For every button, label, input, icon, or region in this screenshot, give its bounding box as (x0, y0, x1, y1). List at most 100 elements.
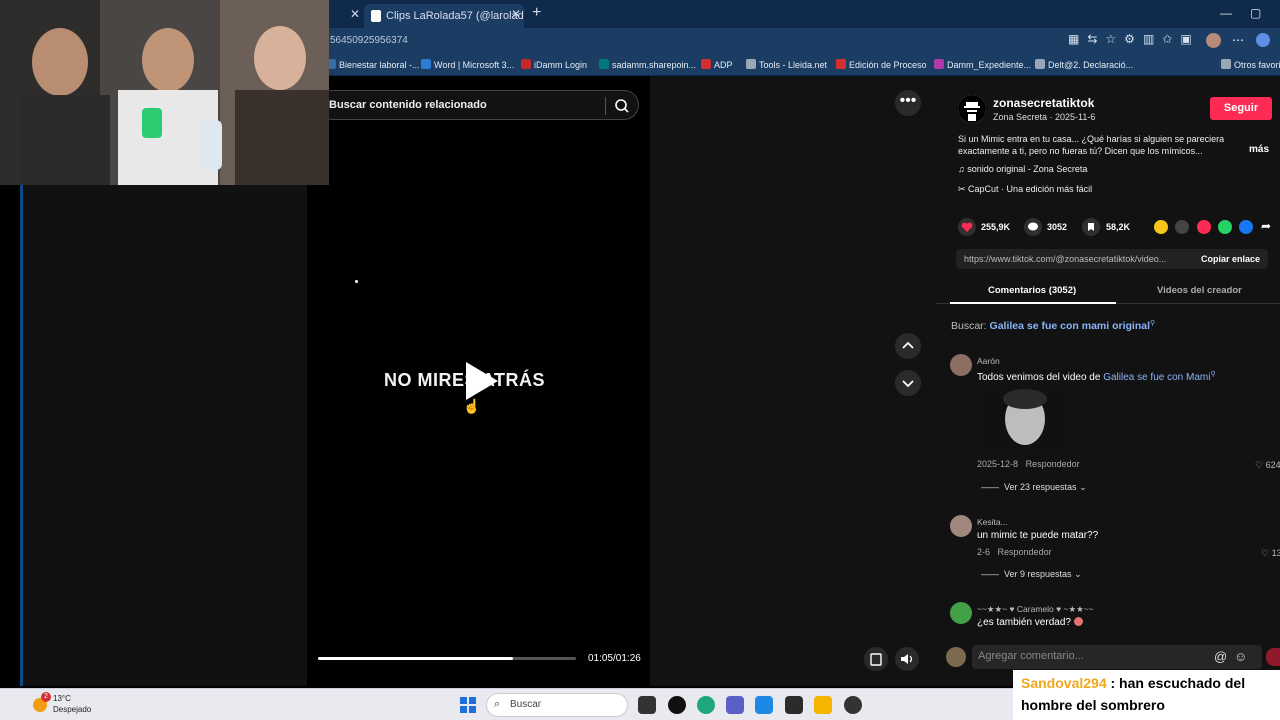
taskbar-search-label: Buscar (510, 699, 542, 710)
windows-logo-square (469, 706, 476, 713)
split-icon[interactable]: ▥ (1143, 32, 1154, 46)
menu-dots-icon[interactable]: ⋯ (1232, 33, 1244, 47)
more-description-button[interactable]: más (1249, 144, 1269, 155)
previous-video-button[interactable] (895, 333, 921, 359)
video-progress-bar[interactable] (318, 657, 576, 660)
mouse-cursor-icon: ☝ (463, 398, 481, 414)
close-tab-icon[interactable]: ✕ (350, 7, 360, 21)
notification-badge: 2 (41, 692, 51, 702)
chevron-down-icon (902, 380, 914, 388)
commenter-avatar[interactable] (950, 602, 972, 624)
bookmark-item[interactable]: ADP (701, 59, 733, 70)
comment-likes[interactable]: ♡ 624 (1255, 460, 1280, 471)
tab-creator-videos[interactable]: Videos del creador (1157, 285, 1242, 296)
sound-link[interactable]: ♫ sonido original - Zona Secreta (958, 164, 1087, 174)
commenter-name[interactable]: Kesita... (977, 517, 1008, 527)
bookmark-item[interactable]: iDamm Login (521, 59, 587, 70)
search-suggest-icon: ⚲ (1150, 320, 1156, 327)
copilot-icon[interactable] (1256, 33, 1270, 47)
tiktok-app-icon[interactable] (668, 696, 686, 714)
comment-input[interactable]: Agregar comentario... @ ☺ (972, 645, 1262, 669)
grid-icon[interactable]: ▦ (1068, 32, 1079, 46)
like-button[interactable] (958, 218, 976, 236)
commenter-name[interactable]: Aarón (977, 356, 1000, 366)
new-tab-button[interactable]: + (532, 4, 541, 22)
tab-comments[interactable]: Comentarios (3052) (988, 285, 1076, 296)
comment-search-link[interactable]: Galilea se fue con Mami (1103, 372, 1210, 383)
related-search-input[interactable]: Buscar contenido relacionado (318, 90, 639, 120)
bookmark-item[interactable]: Delt@2. Declaració... (1035, 59, 1133, 70)
picture-in-picture-icon (870, 653, 882, 666)
weather-widget[interactable]: 2 13°C Despejado (33, 692, 91, 715)
bookmark-item[interactable]: Damm_Expediente... (934, 59, 1031, 70)
active-tab-underline (950, 302, 1116, 304)
taskbar-search[interactable]: ⌕ Buscar (486, 693, 628, 717)
reply-button[interactable]: Respondedor (998, 547, 1052, 557)
star-icon[interactable]: ☆ (1105, 32, 1116, 46)
search-query[interactable]: Galilea se fue con mami original (990, 320, 1150, 332)
send-button[interactable] (1266, 648, 1280, 666)
obs-icon[interactable] (844, 696, 862, 714)
volume-button[interactable] (895, 647, 919, 671)
url-text[interactable]: 56450925956374 (330, 35, 408, 46)
file-explorer-icon[interactable] (814, 696, 832, 714)
maximize-icon[interactable]: ▢ (1250, 6, 1261, 20)
comment-like-count: 624 (1265, 460, 1280, 470)
teams-icon[interactable] (726, 696, 744, 714)
video-overlay-text: NO MIRES ATRÁS (384, 370, 546, 390)
view-replies-button[interactable]: —— Ver 23 respuestas ⌄ (981, 482, 1087, 493)
start-button[interactable] (460, 697, 476, 713)
profile-avatar[interactable] (1206, 33, 1221, 48)
comment-icon (1028, 222, 1038, 231)
translate-icon[interactable]: ⇆ (1087, 32, 1097, 46)
stream-chat-message: Sandoval294 : han escuchado del hombre d… (1013, 670, 1280, 720)
share-red-icon[interactable] (1197, 220, 1211, 234)
tab-active[interactable]: Clips LaRolada57 (@larolada57) | T (364, 4, 524, 28)
mention-icon[interactable]: @ (1214, 649, 1227, 664)
task-view-icon[interactable] (638, 696, 656, 714)
comment-search-suggestion[interactable]: Buscar: Galilea se fue con mami original… (951, 319, 1155, 332)
app-icon[interactable] (785, 696, 803, 714)
save-button[interactable] (1082, 218, 1100, 236)
search-icon[interactable] (613, 97, 631, 115)
creator-username[interactable]: zonasecretatiktok (993, 96, 1094, 110)
extension-icon[interactable]: ⚙ (1124, 32, 1135, 46)
emoji-picker-icon[interactable]: ☺ (1234, 649, 1247, 664)
bookmark-folder[interactable]: Otros favorit (1221, 59, 1280, 70)
collections-icon[interactable]: ▣ (1180, 32, 1191, 46)
video-link[interactable]: https://www.tiktok.com/@zonasecretatikto… (964, 254, 1190, 264)
share-yellow-icon[interactable] (1154, 220, 1168, 234)
commenter-avatar[interactable] (950, 354, 972, 376)
comment-likes[interactable]: ♡ 13 (1261, 548, 1280, 559)
bookmark-item[interactable]: Edición de Proceso (836, 59, 927, 70)
more-options-button[interactable]: ••• (895, 90, 921, 116)
share-arrow-icon[interactable]: ➦ (1261, 219, 1271, 233)
bookmark-item[interactable]: sadamm.sharepoin... (599, 59, 696, 70)
bookmark-item[interactable]: Word | Microsoft 3... (421, 59, 514, 70)
word-icon (421, 59, 431, 69)
address-bar-icons: ▦ ⇆ ☆ ⚙ ▥ ✩ ▣ (1068, 32, 1192, 46)
next-video-button[interactable] (895, 370, 921, 396)
bookmark-item[interactable]: Tools - Lleida.net (746, 59, 827, 70)
minimize-icon[interactable]: — (1220, 6, 1232, 20)
edge-icon[interactable] (697, 696, 715, 714)
view-replies-button[interactable]: —— Ver 9 respuestas ⌄ (981, 569, 1082, 580)
reply-button[interactable]: Respondedor (1026, 459, 1080, 469)
play-icon[interactable] (466, 362, 498, 400)
follow-button[interactable]: Seguir (1210, 97, 1272, 120)
capcut-link[interactable]: ✂ CapCut · Una edición más fácil (958, 184, 1092, 195)
store-icon[interactable] (755, 696, 773, 714)
copy-link-button[interactable]: Copiar enlace (1201, 254, 1260, 264)
comment-image[interactable] (977, 389, 1067, 453)
bookmark-item[interactable]: Bienestar laboral -... (326, 59, 420, 70)
whatsapp-icon[interactable] (1218, 220, 1232, 234)
commenter-avatar[interactable] (950, 515, 972, 537)
embed-icon[interactable] (1175, 220, 1189, 234)
comment-button[interactable] (1024, 218, 1042, 236)
close-active-tab-icon[interactable]: ✕ (511, 7, 521, 21)
commenter-name[interactable]: ~~★★~ ♥ Caramelo ♥ ~★★~~ (977, 604, 1094, 615)
pip-button[interactable] (864, 647, 888, 671)
favorites-icon[interactable]: ✩ (1162, 32, 1172, 46)
creator-avatar[interactable] (958, 95, 986, 123)
facebook-icon[interactable] (1239, 220, 1253, 234)
